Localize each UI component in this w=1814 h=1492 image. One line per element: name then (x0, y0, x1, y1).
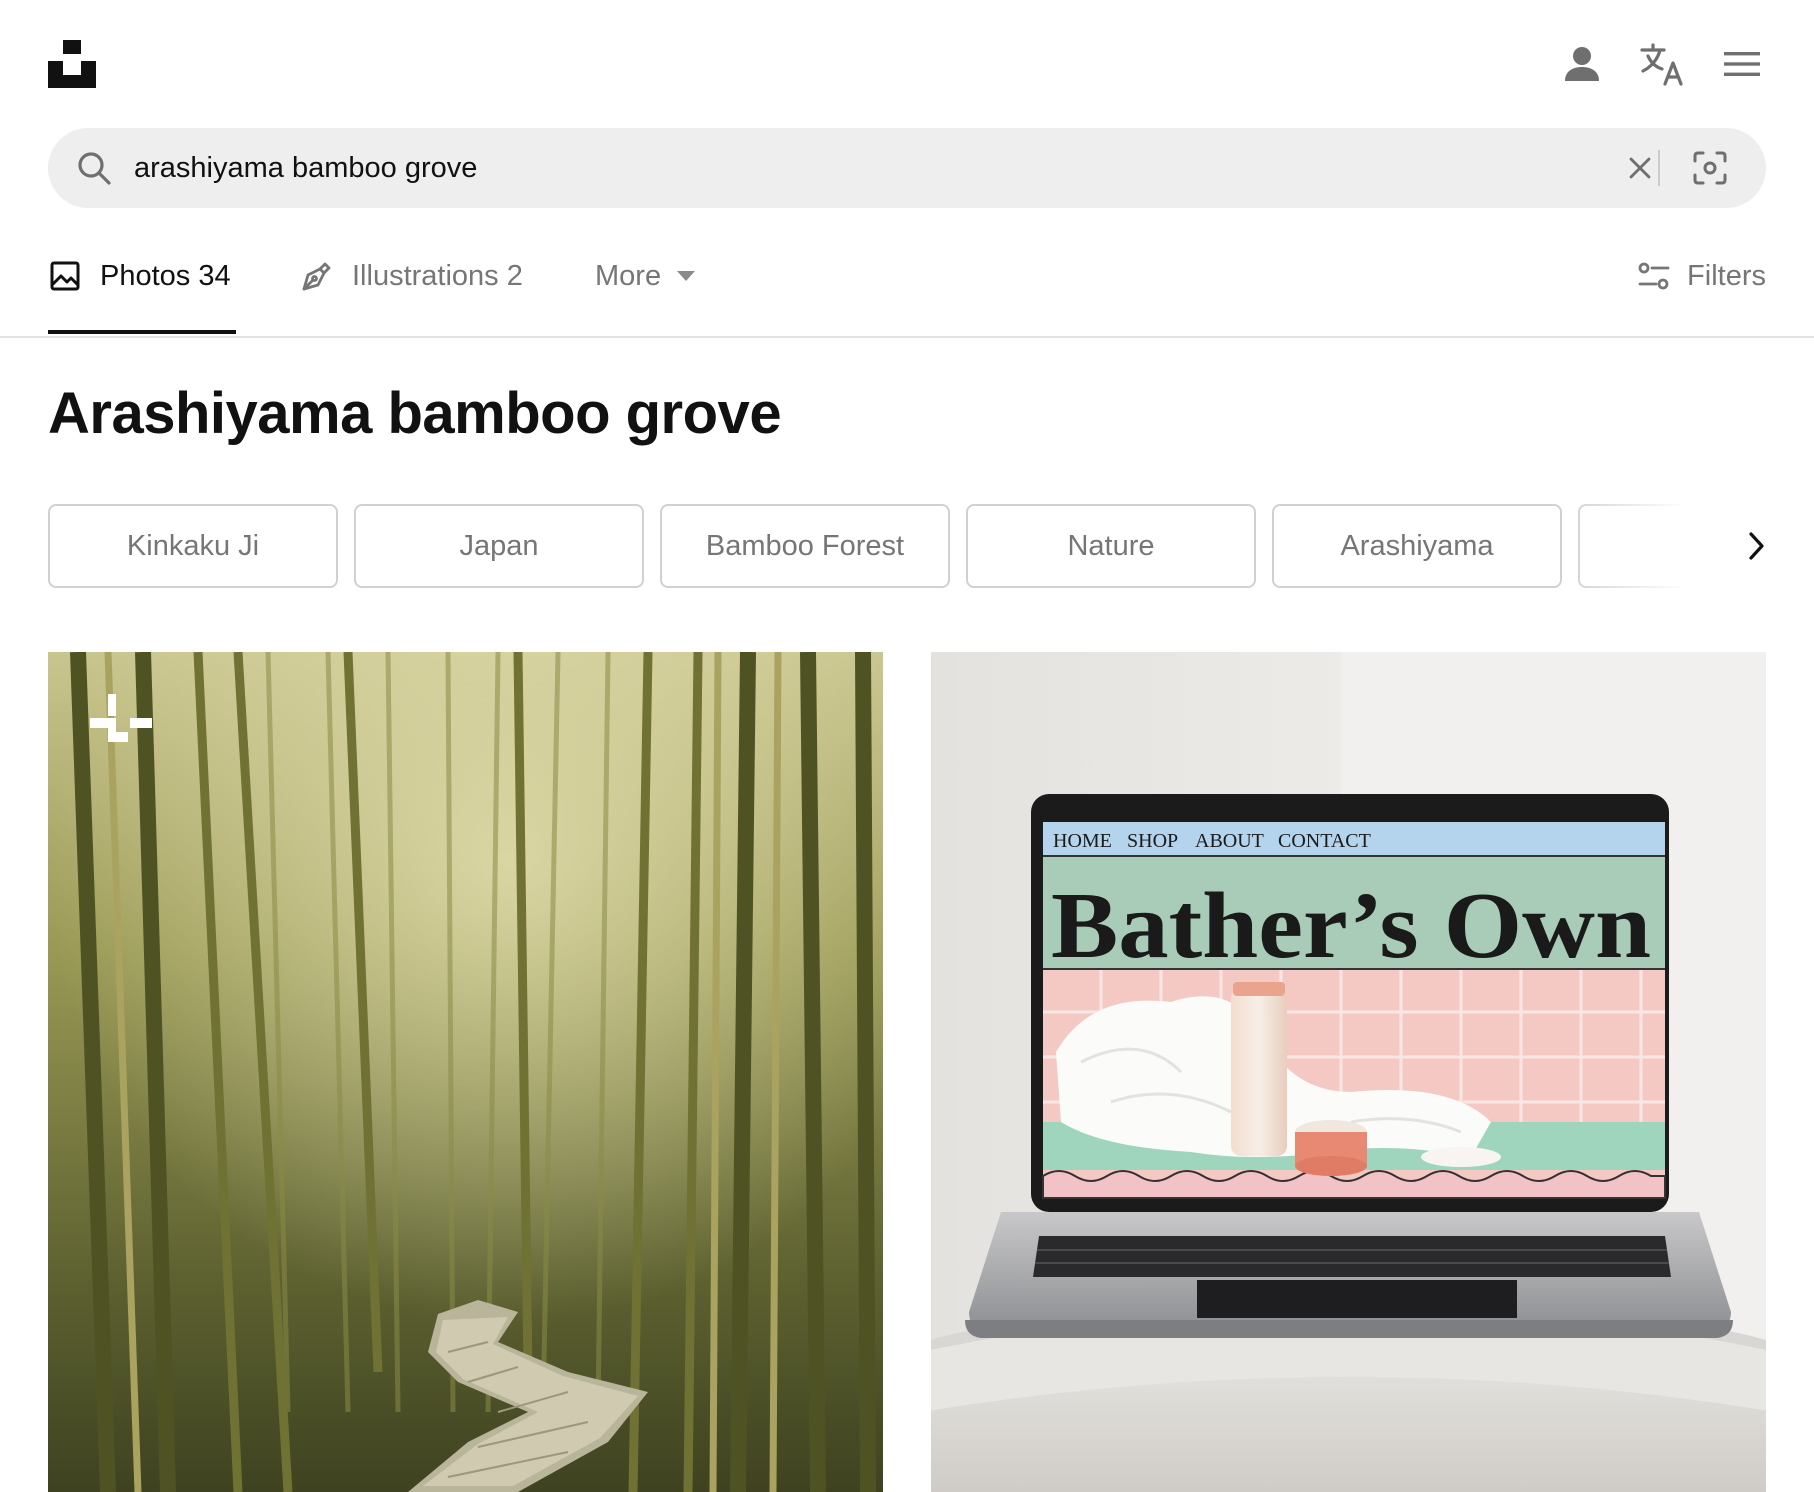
photo-bamboo-grove[interactable] (48, 652, 883, 1492)
page-title: Arashiyama bamboo grove (48, 381, 782, 446)
search-divider (1658, 150, 1660, 186)
chip-nature[interactable]: Nature (966, 504, 1256, 588)
filters-label: Filters (1687, 259, 1766, 292)
tab-label: More (595, 259, 662, 292)
pen-icon (300, 259, 334, 293)
chevron-right-icon[interactable] (1736, 526, 1776, 566)
screen-nav-home: HOME (1053, 830, 1112, 852)
hamburger-menu-icon[interactable] (1716, 38, 1768, 90)
tab-more[interactable]: More (595, 254, 697, 298)
chip-japan[interactable]: Japan (354, 504, 644, 588)
tab-label: Illustrations 2 (352, 259, 523, 292)
chip-arashiyama[interactable]: Arashiyama (1272, 504, 1562, 588)
filters-button[interactable]: Filters (1637, 254, 1766, 298)
image-icon (48, 259, 82, 293)
screen-nav-contact: CONTACT (1278, 830, 1371, 852)
search-input[interactable] (134, 128, 1594, 208)
sliders-icon (1637, 259, 1671, 293)
visual-search-icon[interactable] (1688, 146, 1732, 190)
unsplash-logo-icon[interactable] (48, 40, 96, 88)
translate-icon[interactable] (1636, 38, 1688, 90)
tab-illustrations[interactable]: Illustrations 2 (300, 254, 523, 298)
tab-photos[interactable]: Photos 34 (48, 254, 231, 298)
active-tab-indicator (48, 330, 236, 334)
search-bar (48, 128, 1766, 208)
related-searches: Kinkaku Ji Japan Bamboo Forest Nature Ar… (48, 504, 1766, 588)
close-icon[interactable] (1622, 150, 1658, 186)
photo-laptop-mockup[interactable]: HOME SHOP ABOUT CONTACT Bather’s Own (931, 652, 1766, 1492)
screen-title: Bather’s Own (1051, 874, 1651, 978)
top-bar (0, 0, 1814, 120)
chip-bamboo-forest[interactable]: Bamboo Forest (660, 504, 950, 588)
screen-nav-shop: SHOP (1127, 830, 1178, 852)
chip-kinkaku-ji[interactable]: Kinkaku Ji (48, 504, 338, 588)
media-type-tabs: Photos 34 Illustrations 2 More Filters (0, 220, 1814, 338)
person-icon[interactable] (1556, 38, 1608, 90)
screen-nav-about: ABOUT (1195, 830, 1264, 852)
search-icon[interactable] (76, 150, 112, 186)
caret-down-icon (675, 269, 697, 283)
unsplash-plus-icon (90, 694, 152, 756)
tab-label: Photos 34 (100, 259, 231, 292)
